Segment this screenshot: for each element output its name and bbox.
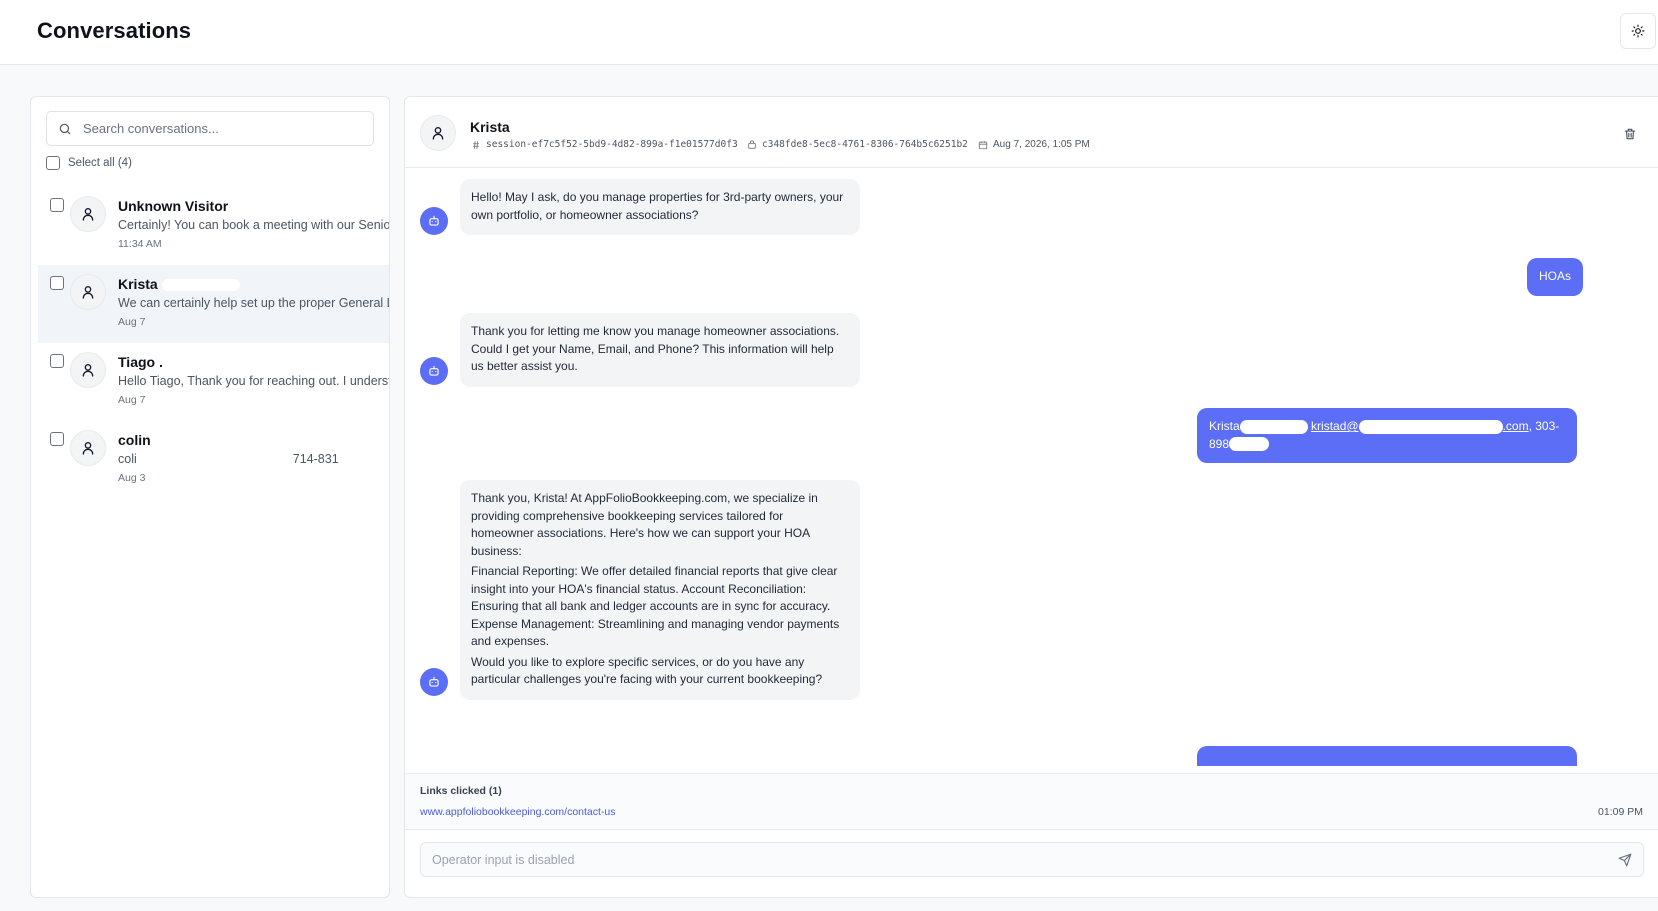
avatar <box>70 430 106 466</box>
user-icon <box>82 364 94 377</box>
conversation-checkbox[interactable] <box>50 432 64 446</box>
hash-icon <box>470 139 481 150</box>
select-all-checkbox[interactable] <box>46 156 60 170</box>
conversation-checkbox[interactable] <box>50 198 64 212</box>
bot-icon <box>429 676 439 687</box>
links-clicked-panel: Links clicked (1) www.appfoliobookkeepin… <box>405 773 1658 830</box>
user-icon <box>432 127 444 140</box>
avatar <box>70 196 106 232</box>
message-bubble: Hello! May I ask, do you manage properti… <box>460 179 860 235</box>
phone-start: , 303- <box>1528 419 1560 433</box>
redaction-mark <box>1239 419 1308 434</box>
user-message <box>1197 746 1577 766</box>
message-paragraph: Thank you, Krista! At AppFolioBookkeepin… <box>471 491 818 558</box>
theme-toggle-button[interactable] <box>1620 13 1656 49</box>
conversation-checkbox[interactable] <box>50 276 64 290</box>
delete-button[interactable] <box>1621 125 1639 143</box>
contact-name: Krista <box>470 119 510 135</box>
conversation-name: Tiago . <box>118 354 163 370</box>
user-icon <box>82 286 94 299</box>
conversation-item[interactable]: Krista We can certainly help set up the … <box>38 265 390 343</box>
message-bubble: Thank you for letting me know you manage… <box>460 313 860 387</box>
session-id-text: session-ef7c5f52-5bd9-4d82-899a-f1e01577… <box>486 139 738 150</box>
conversation-name: Unknown Visitor <box>118 198 229 214</box>
user-name-text: Krista <box>1209 419 1240 433</box>
top-bar: Conversations <box>0 0 1658 65</box>
links-clicked-title: Links clicked (1) <box>420 785 502 797</box>
trash-icon <box>1624 128 1636 140</box>
visitor-id-text: c348fde8-5ec8-4761-8306-764b5c6251b2 <box>762 139 968 150</box>
session-date: Aug 7, 2026, 1:05 PM <box>977 139 1090 150</box>
session-date-text: Aug 7, 2026, 1:05 PM <box>993 139 1090 150</box>
message-list[interactable]: Hello! May I ask, do you manage properti… <box>405 169 1658 766</box>
search-icon <box>57 121 73 137</box>
session-id: session-ef7c5f52-5bd9-4d82-899a-f1e01577… <box>470 139 738 150</box>
avatar <box>70 352 106 388</box>
conversation-name-text: Krista <box>118 276 158 292</box>
bot-icon <box>429 215 439 226</box>
conversation-time: 11:34 AM <box>118 238 162 250</box>
sun-icon <box>1631 24 1645 38</box>
send-icon <box>1618 853 1632 867</box>
redaction-mark <box>1358 419 1503 434</box>
search-input[interactable] <box>83 121 363 136</box>
conversation-time: Aug 7 <box>118 316 146 328</box>
conversation-checkbox[interactable] <box>50 354 64 368</box>
conversation-preview: coli 714-831 <box>118 452 389 466</box>
message-bubble: Thank you, Krista! At AppFolioBookkeepin… <box>460 480 860 700</box>
conversation-name: colin <box>118 432 151 448</box>
conversation-preview: Hello Tiago, Thank you for reaching out.… <box>118 374 390 388</box>
avatar <box>70 274 106 310</box>
conversation-preview: Certainly! You can book a meeting with o… <box>118 218 390 232</box>
visitor-id: c348fde8-5ec8-4761-8306-764b5c6251b2 <box>746 139 968 150</box>
calendar-icon <box>977 139 988 150</box>
conversation-time: Aug 3 <box>118 472 146 484</box>
conversation-item[interactable]: Unknown Visitor Certainly! You can book … <box>38 187 390 265</box>
chat-header: Krista session-ef7c5f52-5bd9-4d82-899a-f… <box>405 97 1658 168</box>
conversation-item[interactable]: colin coli 714-831 Aug 3 <box>38 421 389 499</box>
clicked-link[interactable]: www.appfoliobookkeeping.com/contact-us <box>420 806 616 818</box>
email-end: .com <box>1502 419 1529 433</box>
conversation-name: Krista <box>118 276 240 292</box>
redaction-mark <box>161 279 240 292</box>
phone-line2: 898 <box>1209 436 1230 451</box>
link-time: 01:09 PM <box>1598 806 1643 818</box>
user-message: Krista kristad@ .com, 303- 898 <box>1197 408 1577 463</box>
bot-icon <box>429 365 439 376</box>
redaction-mark <box>136 454 293 465</box>
conversation-sidebar: Select all (4) Unknown Visitor Certainly… <box>30 96 390 898</box>
preview-end: 714-831 <box>292 452 339 466</box>
operator-input-box[interactable] <box>420 842 1644 877</box>
select-all-label: Select all (4) <box>68 157 132 169</box>
avatar <box>420 115 456 151</box>
chat-panel: Krista session-ef7c5f52-5bd9-4d82-899a-f… <box>404 96 1658 898</box>
user-message: HOAs <box>1527 258 1584 296</box>
operator-input[interactable] <box>432 852 1582 867</box>
user-icon <box>82 208 94 221</box>
bot-avatar <box>420 357 448 385</box>
bot-avatar <box>420 207 448 235</box>
page-title: Conversations <box>37 18 192 43</box>
redaction-mark <box>1229 437 1270 452</box>
preview-start: coli <box>118 452 137 466</box>
message-paragraph: Financial Reporting: We offer detailed f… <box>471 564 840 648</box>
user-icon <box>82 442 94 455</box>
conversation-item[interactable]: Tiago . Hello Tiago, Thank you for reach… <box>38 343 390 421</box>
search-box[interactable] <box>46 111 374 146</box>
conversation-time: Aug 7 <box>118 394 146 406</box>
send-button[interactable] <box>1617 852 1633 868</box>
email-start: kristad@ <box>1311 419 1359 433</box>
message-paragraph: Would you like to explore specific servi… <box>471 654 823 687</box>
conversation-preview: We can certainly help set up the proper … <box>118 296 390 310</box>
select-all[interactable]: Select all (4) <box>46 156 132 170</box>
fingerprint-icon <box>746 139 757 150</box>
bot-avatar <box>420 668 448 696</box>
